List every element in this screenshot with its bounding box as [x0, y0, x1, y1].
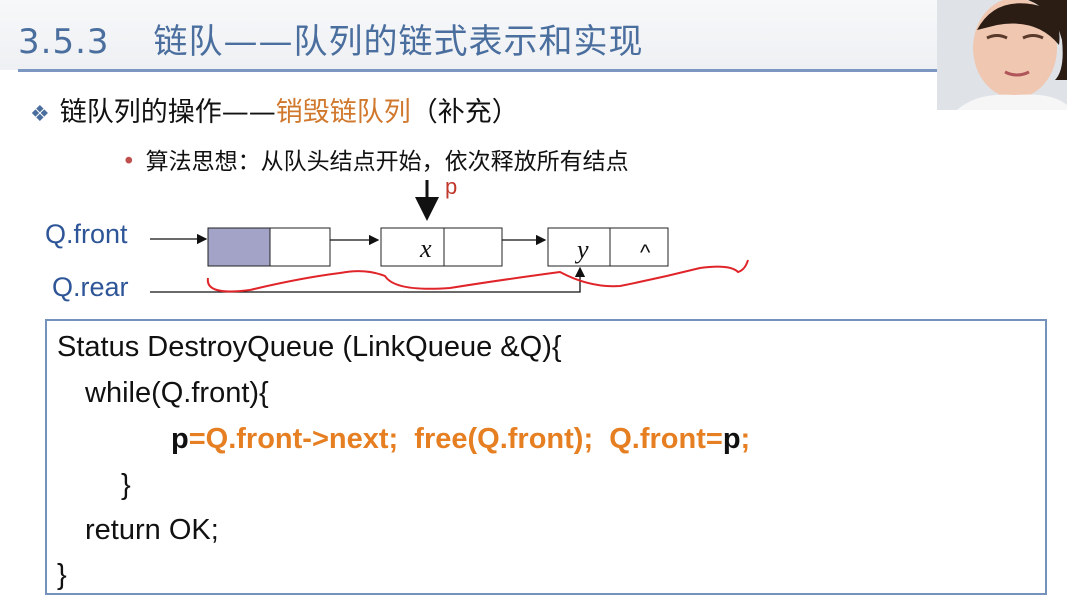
node-y-value: y: [574, 235, 589, 264]
bullet-highlight: 销毁链队列: [275, 97, 411, 128]
node-x-value: x: [419, 234, 432, 263]
code-var-p-2: p: [722, 423, 741, 455]
diamond-bullet-icon: ❖: [30, 102, 50, 127]
code-line-5: return OK;: [85, 514, 219, 546]
code-line-3: p=Q.front->next; free(Q.front); Q.front=…: [171, 423, 750, 456]
section-number: 3.5.3: [18, 22, 110, 62]
code-line-2: while(Q.front){: [85, 377, 269, 409]
node-x-data: [380, 227, 445, 267]
section-title: 链队——队列的链式表示和实现: [153, 22, 644, 62]
code-semicolon: ;: [740, 423, 751, 455]
code-line-1: Status DestroyQueue (LinkQueue &Q){: [57, 331, 562, 363]
bullet-heading: ❖ 链队列的操作——销毁链队列（补充）: [30, 90, 519, 129]
presenter-webcam-video: [937, 0, 1067, 110]
pointer-p-label: p: [445, 174, 457, 199]
slide-title: 3.5.3 链队——队列的链式表示和实现: [18, 14, 644, 63]
head-node-data: [207, 227, 271, 267]
q-front-label: Q.front: [45, 219, 128, 249]
title-divider: [18, 69, 938, 72]
q-rear-label: Q.rear: [52, 272, 129, 302]
null-pointer-symbol: ^: [640, 240, 651, 265]
code-var-p-1: p: [171, 423, 189, 455]
linked-queue-diagram: p Q.front Q.rear x y ^: [45, 174, 749, 302]
code-line-6: }: [57, 559, 67, 591]
code-line-4: }: [121, 469, 131, 501]
head-node-next: [269, 227, 331, 267]
presenter-image: [937, 0, 1067, 110]
bullet-prefix: 链队列的操作——: [59, 97, 276, 128]
code-statement: =Q.front->next; free(Q.front); Q.front=: [188, 423, 723, 455]
node-x-next: [443, 227, 503, 267]
node-y-next: [609, 227, 669, 267]
bullet-suffix: （补充）: [410, 97, 519, 128]
code-block: Status DestroyQueue (LinkQueue &Q){ whil…: [45, 319, 1047, 595]
